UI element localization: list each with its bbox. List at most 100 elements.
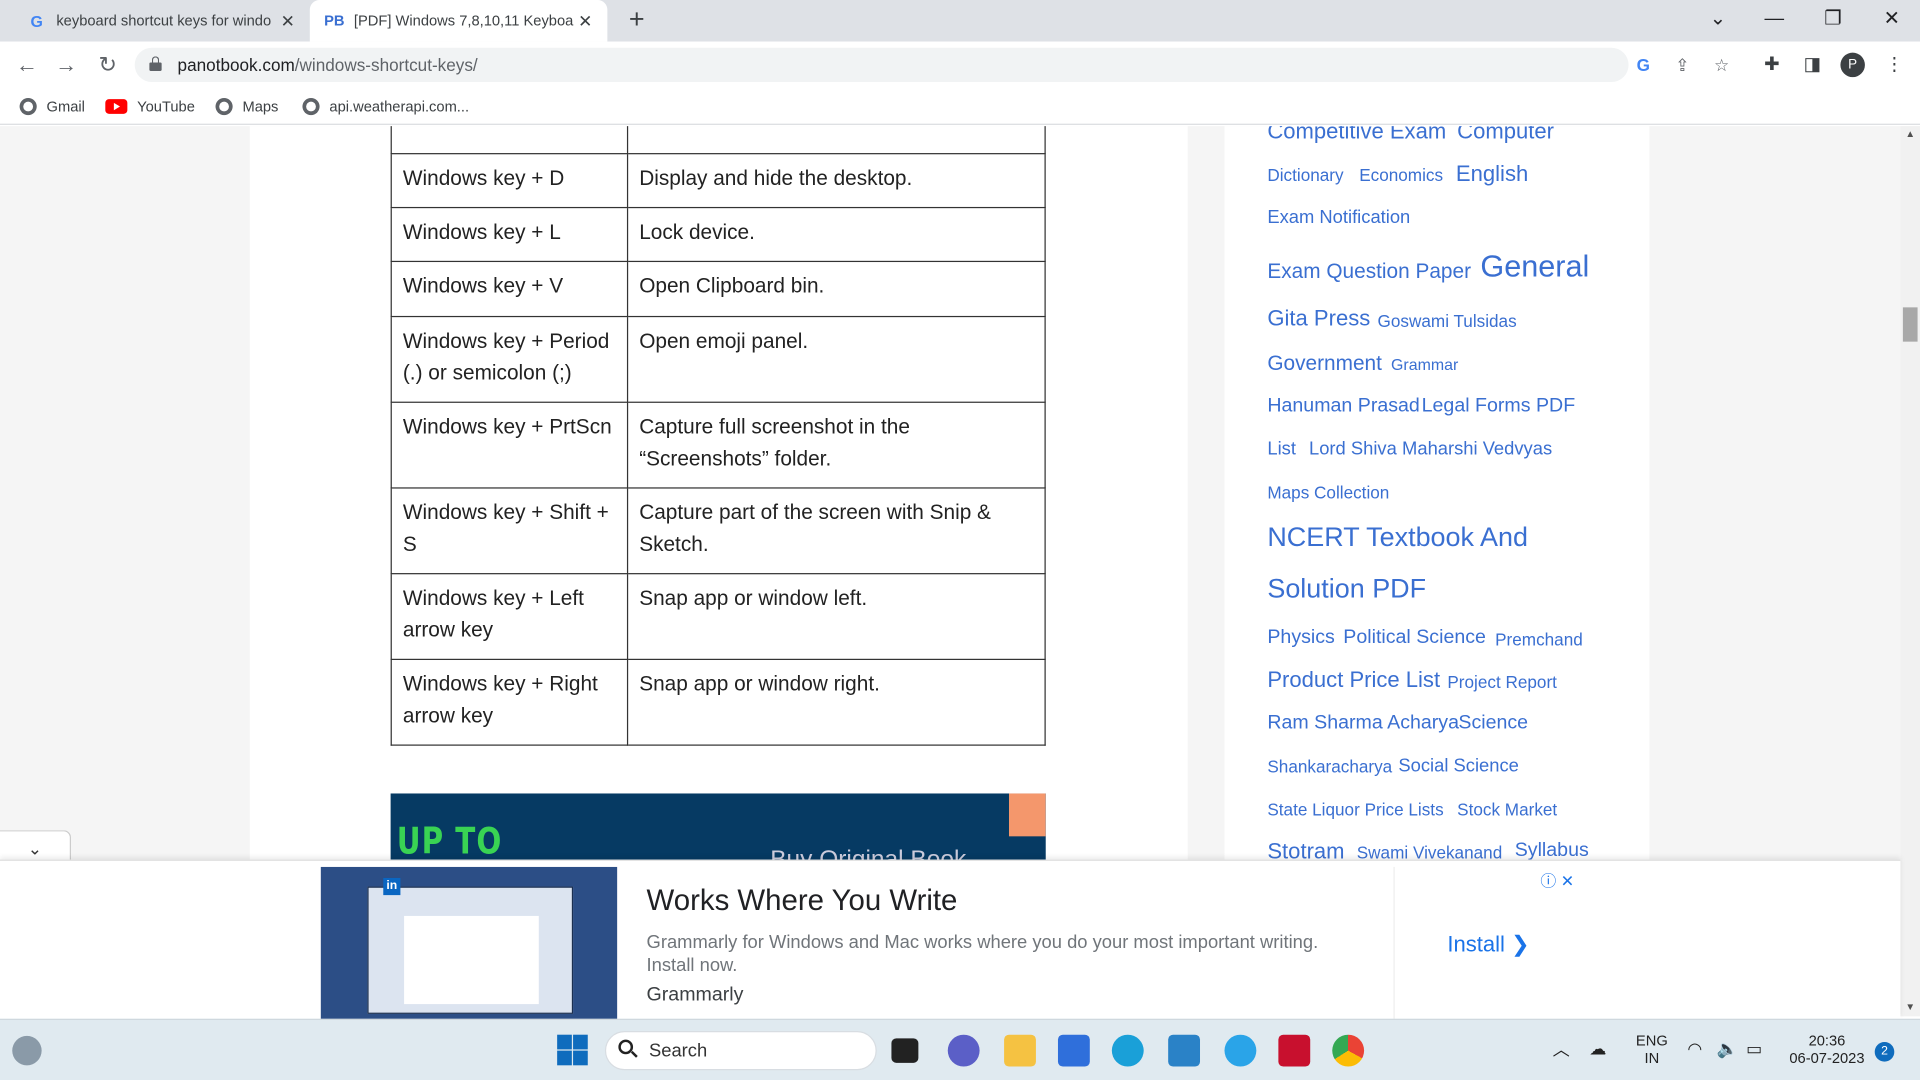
- shortcut-action: Display and hide the desktop.: [626, 153, 1046, 209]
- google-icon: G: [30, 11, 43, 31]
- table-row: Windows key + D Display and hide the desk…: [390, 153, 1046, 209]
- url-host: panotbook.com: [177, 55, 295, 75]
- page-scrollbar[interactable]: ▲ ▼: [1900, 126, 1920, 1017]
- chrome-icon[interactable]: [1332, 1034, 1365, 1067]
- teams-chat-icon[interactable]: [947, 1034, 980, 1067]
- extensions-puzzle-icon[interactable]: ✚: [1758, 51, 1785, 78]
- tag-lord-shiva[interactable]: Lord Shiva: [1309, 438, 1397, 459]
- shortcut-key: Windows key + Period (.) or semicolon (;…: [390, 315, 629, 403]
- tab-panotbook[interactable]: PB [PDF] Windows 7,8,10,11 Keyboa ✕: [309, 0, 608, 42]
- bookmark-youtube[interactable]: YouTube: [105, 96, 195, 118]
- close-tab-icon[interactable]: ✕: [278, 11, 298, 31]
- tag-state-liquor-price-lists[interactable]: State Liquor Price Lists: [1267, 800, 1443, 820]
- tag-english[interactable]: English: [1456, 162, 1528, 188]
- back-arrow-icon[interactable]: ←: [12, 50, 41, 79]
- tag-grammar[interactable]: Grammar: [1391, 355, 1458, 373]
- ad-image[interactable]: in: [320, 866, 618, 1021]
- show-hidden-icons-chevron[interactable]: ︿: [1553, 1037, 1570, 1061]
- side-panel-icon[interactable]: ◨: [1799, 51, 1826, 78]
- forward-arrow-icon[interactable]: →: [51, 50, 80, 79]
- mcafee-icon[interactable]: [1278, 1034, 1311, 1067]
- clock[interactable]: 20:36 06-07-2023: [1783, 1032, 1871, 1066]
- tips-icon[interactable]: [1224, 1034, 1257, 1067]
- tag-hanuman-prasad[interactable]: Hanuman Prasad: [1267, 396, 1419, 418]
- new-tab-button[interactable]: +: [622, 4, 651, 34]
- tag-stock-market[interactable]: Stock Market: [1457, 800, 1557, 820]
- tag-project-report[interactable]: Project Report: [1447, 672, 1557, 692]
- tag-social-science[interactable]: Social Science: [1398, 756, 1518, 777]
- battery-icon[interactable]: ▭: [1746, 1038, 1762, 1059]
- tab-search-dropdown-icon[interactable]: ⌄: [1690, 0, 1746, 42]
- table-row: [390, 126, 1046, 155]
- tag-gita-press[interactable]: Gita Press: [1267, 306, 1370, 332]
- tag-competitive-exam[interactable]: Competitive Exam: [1267, 126, 1446, 144]
- close-tab-icon[interactable]: ✕: [576, 11, 596, 31]
- bookmark-weatherapi[interactable]: api.weatherapi.com...: [302, 96, 469, 118]
- shortcut-action: Snap app or window left.: [626, 573, 1046, 661]
- windows-start-icon[interactable]: [557, 1034, 589, 1067]
- shortcut-action: Open Clipboard bin.: [626, 260, 1046, 318]
- scrollbar-thumb[interactable]: [1902, 307, 1918, 342]
- ad-info-close-icon[interactable]: ⓘ ✕: [1540, 868, 1574, 891]
- tag-economics[interactable]: Economics: [1359, 165, 1443, 185]
- microsoft-store-icon[interactable]: [1057, 1034, 1090, 1067]
- tag-computer[interactable]: Computer: [1457, 126, 1554, 144]
- weather-widget-icon[interactable]: [12, 1035, 42, 1066]
- table-row: Windows key + Right arrow key Snap app or…: [390, 658, 1046, 746]
- linkedin-logo-icon: in: [383, 877, 401, 896]
- taskbar-search[interactable]: Search: [604, 1031, 877, 1071]
- tag-list[interactable]: List: [1267, 438, 1296, 459]
- notification-badge[interactable]: 2: [1874, 1042, 1895, 1062]
- myhp-icon[interactable]: [1168, 1034, 1201, 1067]
- lock-icon: [149, 56, 162, 72]
- scroll-down-arrow-icon[interactable]: ▼: [1900, 999, 1920, 1016]
- tag-science[interactable]: Science: [1458, 713, 1528, 735]
- wifi-icon[interactable]: ◠: [1687, 1038, 1702, 1059]
- shortcut-key: Windows key + PrtScn: [390, 401, 629, 489]
- bookmark-star-icon[interactable]: ☆: [1709, 53, 1733, 77]
- tag-product-price-list[interactable]: Product Price List: [1267, 667, 1440, 693]
- close-window-button[interactable]: ✕: [1864, 0, 1920, 42]
- tag-maharshi-vedvyas[interactable]: Maharshi Vedvyas: [1402, 438, 1552, 459]
- onedrive-cloud-icon[interactable]: ☁: [1589, 1038, 1606, 1059]
- ad-install-button[interactable]: Install ❯: [1447, 932, 1529, 958]
- restore-button[interactable]: ❐: [1805, 0, 1861, 42]
- globe-icon: [302, 97, 320, 116]
- url-text[interactable]: panotbook.com/windows-shortcut-keys/: [178, 55, 478, 75]
- tag-ram-sharma-acharya[interactable]: Ram Sharma Acharya: [1267, 713, 1459, 735]
- tag-exam-notification[interactable]: Exam Notification: [1267, 207, 1410, 228]
- task-view-icon[interactable]: [891, 1038, 919, 1063]
- tag-exam-question-paper[interactable]: Exam Question Paper: [1267, 260, 1471, 284]
- minimize-button[interactable]: —: [1746, 0, 1802, 42]
- profile-avatar[interactable]: P: [1840, 52, 1865, 78]
- share-icon[interactable]: ⇪: [1670, 53, 1694, 77]
- promo-banner[interactable]: UP TO Buy Original Book: [390, 793, 1046, 867]
- tag-physics[interactable]: Physics: [1267, 627, 1335, 649]
- tab-google-search[interactable]: G keyboard shortcut keys for windo ✕: [10, 0, 310, 42]
- bookmark-label: Gmail: [46, 97, 85, 116]
- tag-goswami-tulsidas[interactable]: Goswami Tulsidas: [1378, 311, 1517, 331]
- file-explorer-icon[interactable]: [1004, 1034, 1036, 1067]
- bookmark-gmail[interactable]: Gmail: [19, 96, 85, 118]
- address-bar[interactable]: panotbook.com/windows-shortcut-keys/ G ⇪…: [134, 47, 1729, 83]
- bookmark-maps[interactable]: Maps: [215, 96, 278, 118]
- tag-premchand[interactable]: Premchand: [1495, 629, 1583, 649]
- tag-legal-forms-pdf[interactable]: Legal Forms PDF: [1422, 396, 1576, 418]
- edge-browser-icon[interactable]: [1111, 1034, 1144, 1067]
- tag-shankaracharya[interactable]: Shankaracharya: [1267, 757, 1392, 777]
- tag-dictionary[interactable]: Dictionary: [1267, 165, 1343, 185]
- tag-maps-collection[interactable]: Maps Collection: [1267, 482, 1389, 502]
- language-indicator[interactable]: ENG IN: [1636, 1032, 1668, 1066]
- bottom-ad-bar: in Works Where You Write Grammarly for W…: [0, 859, 1901, 1021]
- google-lens-icon[interactable]: G: [1631, 53, 1655, 77]
- tag-government[interactable]: Government: [1267, 351, 1382, 375]
- tag-ncert-textbook[interactable]: NCERT Textbook And: [1267, 522, 1528, 554]
- tag-political-science[interactable]: Political Science: [1343, 627, 1486, 649]
- scroll-up-arrow-icon[interactable]: ▲: [1900, 126, 1920, 143]
- menu-kebab-icon[interactable]: ⋮: [1881, 51, 1908, 78]
- tag-solution-pdf[interactable]: Solution PDF: [1267, 573, 1426, 605]
- tag-general[interactable]: General: [1480, 250, 1589, 286]
- ad-body[interactable]: Works Where You Write Grammarly for Wind…: [617, 866, 1395, 1021]
- reload-icon[interactable]: ↻: [93, 50, 122, 79]
- volume-icon[interactable]: 🔈: [1717, 1038, 1738, 1059]
